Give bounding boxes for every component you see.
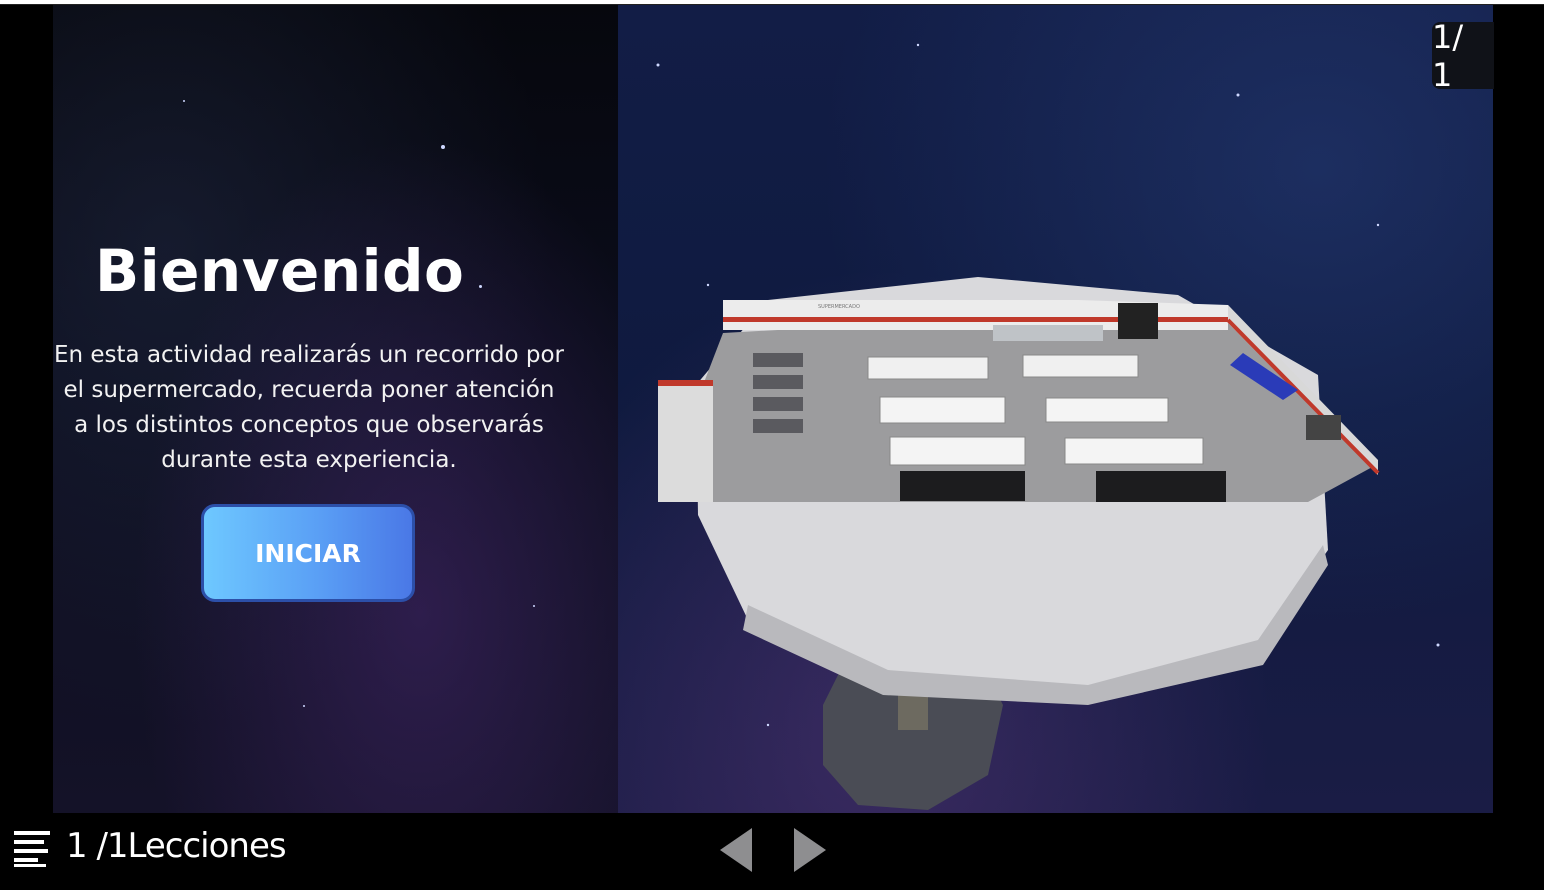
star <box>479 285 482 288</box>
welcome-description: En esta actividad realizarás un recorrid… <box>53 342 564 473</box>
hamburger-menu-icon[interactable] <box>12 828 52 868</box>
star <box>533 605 535 607</box>
store-sign: SUPERMERCADO <box>818 304 860 310</box>
lesson-counter: 1 /1Lecciones <box>66 826 287 866</box>
welcome-title: Bienvenido <box>95 237 465 305</box>
triangle-right-icon[interactable] <box>790 826 830 874</box>
activity-stage: Bienvenido En esta actividad realizarás … <box>53 5 1493 813</box>
page-counter: 1/ 1 <box>1432 18 1494 94</box>
supermarket-3d-view[interactable]: SUPERMERCADO <box>618 5 1493 813</box>
star <box>441 145 445 149</box>
start-button[interactable]: INICIAR <box>201 504 415 602</box>
triangle-left-icon[interactable] <box>716 826 756 874</box>
star <box>183 100 185 102</box>
welcome-panel: Bienvenido En esta actividad realizarás … <box>53 5 618 813</box>
supermarket-scene-illustration <box>656 43 1440 810</box>
star <box>303 705 305 707</box>
